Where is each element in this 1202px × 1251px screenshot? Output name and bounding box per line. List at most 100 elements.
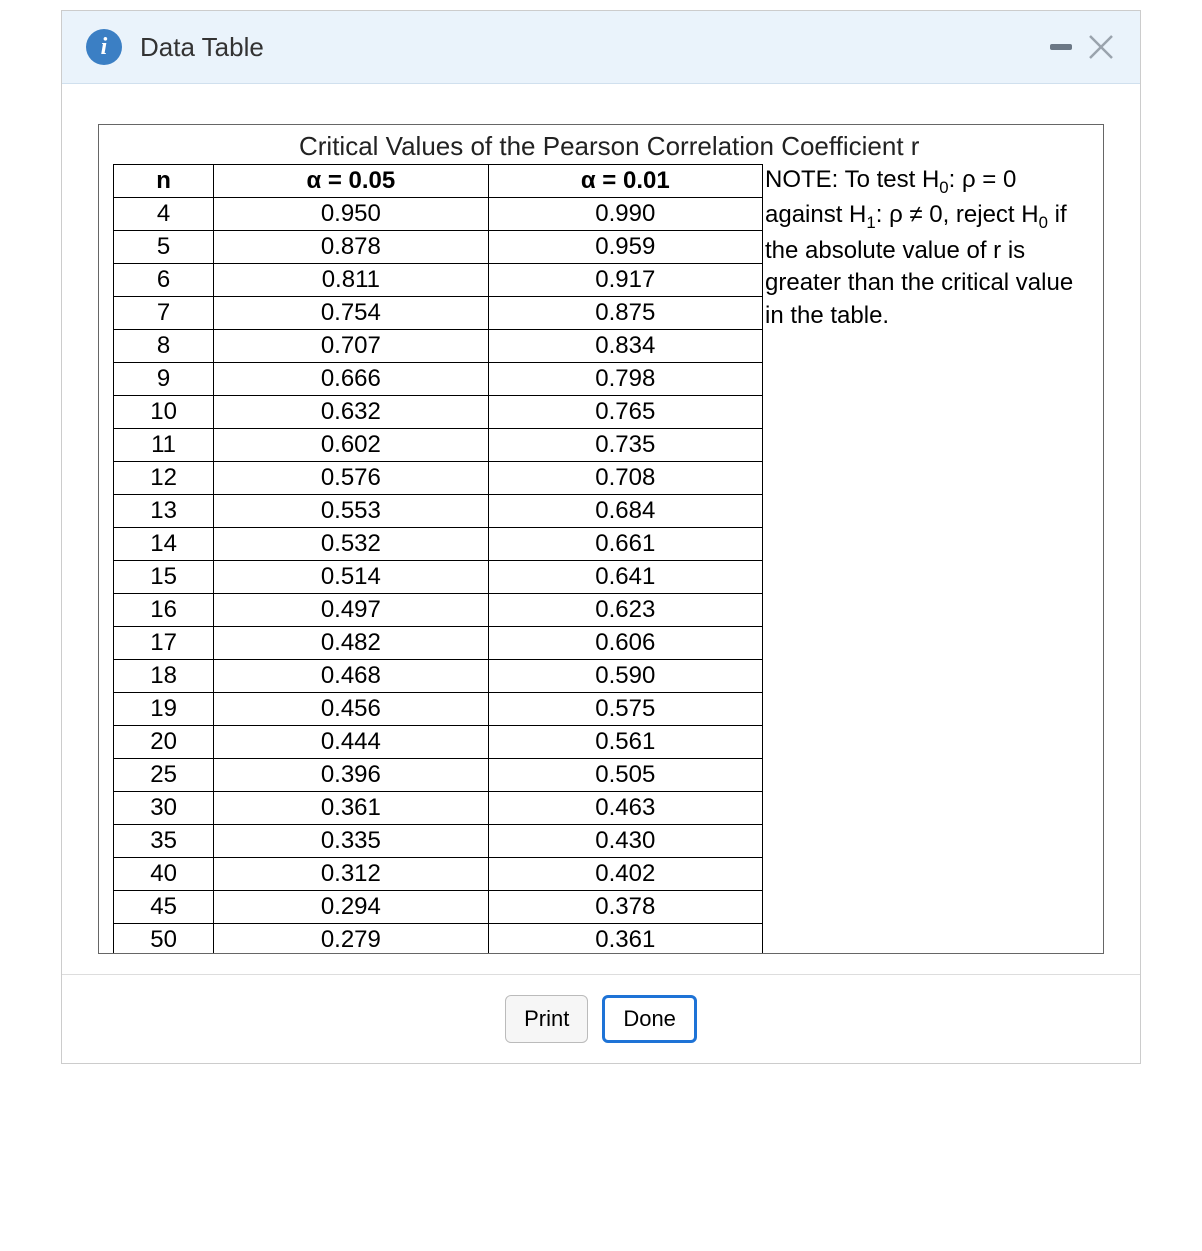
table-cell: 19 (114, 693, 214, 726)
table-cell: 4 (114, 198, 214, 231)
table-cell: 0.532 (214, 528, 488, 561)
table-cell: 0.294 (214, 891, 488, 924)
table-row: 170.4820.606 (114, 627, 763, 660)
table-cell: 8 (114, 330, 214, 363)
table-cell: 6 (114, 264, 214, 297)
table-cell: 0.684 (488, 495, 762, 528)
table-cell: 0.754 (214, 297, 488, 330)
table-cell: 0.361 (488, 924, 762, 955)
table-cell: 0.361 (214, 792, 488, 825)
table-row: 40.9500.990 (114, 198, 763, 231)
table-cell: 17 (114, 627, 214, 660)
table-row: 350.3350.430 (114, 825, 763, 858)
table-cell: 13 (114, 495, 214, 528)
window-controls (1050, 32, 1116, 62)
table-row: 50.8780.959 (114, 231, 763, 264)
table-cell: 0.497 (214, 594, 488, 627)
table-cell: 0.444 (214, 726, 488, 759)
table-row: 190.4560.575 (114, 693, 763, 726)
table-cell: 0.514 (214, 561, 488, 594)
table-row: 120.5760.708 (114, 462, 763, 495)
table-cell: 0.312 (214, 858, 488, 891)
table-cell: 0.811 (214, 264, 488, 297)
table-header-row: n α = 0.05 α = 0.01 (114, 165, 763, 198)
table-cell: 45 (114, 891, 214, 924)
table-cell: 0.959 (488, 231, 762, 264)
table-cell: 7 (114, 297, 214, 330)
table-cell: 0.378 (488, 891, 762, 924)
table-cell: 0.917 (488, 264, 762, 297)
table-cell: 0.402 (488, 858, 762, 891)
table-cell: 0.641 (488, 561, 762, 594)
minimize-icon[interactable] (1050, 44, 1072, 50)
critical-values-table: n α = 0.05 α = 0.01 40.9500.99050.8780.9… (113, 164, 763, 954)
col-header-n: n (114, 165, 214, 198)
table-cell: 0.798 (488, 363, 762, 396)
table-row: 110.6020.735 (114, 429, 763, 462)
dialog-title: Data Table (140, 32, 1032, 63)
table-cell: 0.623 (488, 594, 762, 627)
table-row: 70.7540.875 (114, 297, 763, 330)
table-cell: 0.661 (488, 528, 762, 561)
table-cell: 0.708 (488, 462, 762, 495)
print-button[interactable]: Print (505, 995, 588, 1043)
table-row: 130.5530.684 (114, 495, 763, 528)
table-cell: 0.606 (488, 627, 762, 660)
table-cell: 0.878 (214, 231, 488, 264)
table-cell: 0.561 (488, 726, 762, 759)
table-cell: 0.575 (488, 693, 762, 726)
table-cell: 11 (114, 429, 214, 462)
table-viewport: Critical Values of the Pearson Correlati… (98, 124, 1104, 954)
table-row: 400.3120.402 (114, 858, 763, 891)
table-cell: 0.468 (214, 660, 488, 693)
table-cell: 0.482 (214, 627, 488, 660)
close-icon[interactable] (1086, 32, 1116, 62)
table-cell: 40 (114, 858, 214, 891)
table-cell: 0.735 (488, 429, 762, 462)
table-cell: 18 (114, 660, 214, 693)
table-cell: 20 (114, 726, 214, 759)
table-cell: 25 (114, 759, 214, 792)
table-row: 180.4680.590 (114, 660, 763, 693)
col-header-alpha05: α = 0.05 (214, 165, 488, 198)
info-icon: i (86, 29, 122, 65)
table-cell: 0.576 (214, 462, 488, 495)
titlebar: i Data Table (62, 11, 1140, 84)
table-cell: 0.430 (488, 825, 762, 858)
table-title: Critical Values of the Pearson Correlati… (99, 125, 1103, 164)
table-cell: 0.834 (488, 330, 762, 363)
done-button[interactable]: Done (602, 995, 697, 1043)
table-cell: 35 (114, 825, 214, 858)
col-header-alpha01: α = 0.01 (488, 165, 762, 198)
table-row: 90.6660.798 (114, 363, 763, 396)
table-cell: 15 (114, 561, 214, 594)
data-table-dialog: i Data Table Critical Values of the Pear… (61, 10, 1141, 1064)
table-row: 150.5140.641 (114, 561, 763, 594)
table-cell: 50 (114, 924, 214, 955)
table-cell: 0.335 (214, 825, 488, 858)
table-cell: 5 (114, 231, 214, 264)
table-row: 450.2940.378 (114, 891, 763, 924)
table-cell: 30 (114, 792, 214, 825)
table-cell: 0.463 (488, 792, 762, 825)
table-cell: 0.990 (488, 198, 762, 231)
table-cell: 0.553 (214, 495, 488, 528)
table-cell: 0.590 (488, 660, 762, 693)
table-row: 60.8110.917 (114, 264, 763, 297)
table-row: 300.3610.463 (114, 792, 763, 825)
table-cell: 0.632 (214, 396, 488, 429)
table-cell: 0.765 (488, 396, 762, 429)
table-row: 500.2790.361 (114, 924, 763, 955)
table-cell: 0.456 (214, 693, 488, 726)
table-row: 80.7070.834 (114, 330, 763, 363)
table-cell: 14 (114, 528, 214, 561)
table-row: 200.4440.561 (114, 726, 763, 759)
table-cell: 0.666 (214, 363, 488, 396)
table-cell: 12 (114, 462, 214, 495)
table-cell: 0.279 (214, 924, 488, 955)
table-cell: 0.505 (488, 759, 762, 792)
table-cell: 0.602 (214, 429, 488, 462)
table-cell: 0.950 (214, 198, 488, 231)
button-row: Print Done (62, 974, 1140, 1063)
table-cell: 10 (114, 396, 214, 429)
